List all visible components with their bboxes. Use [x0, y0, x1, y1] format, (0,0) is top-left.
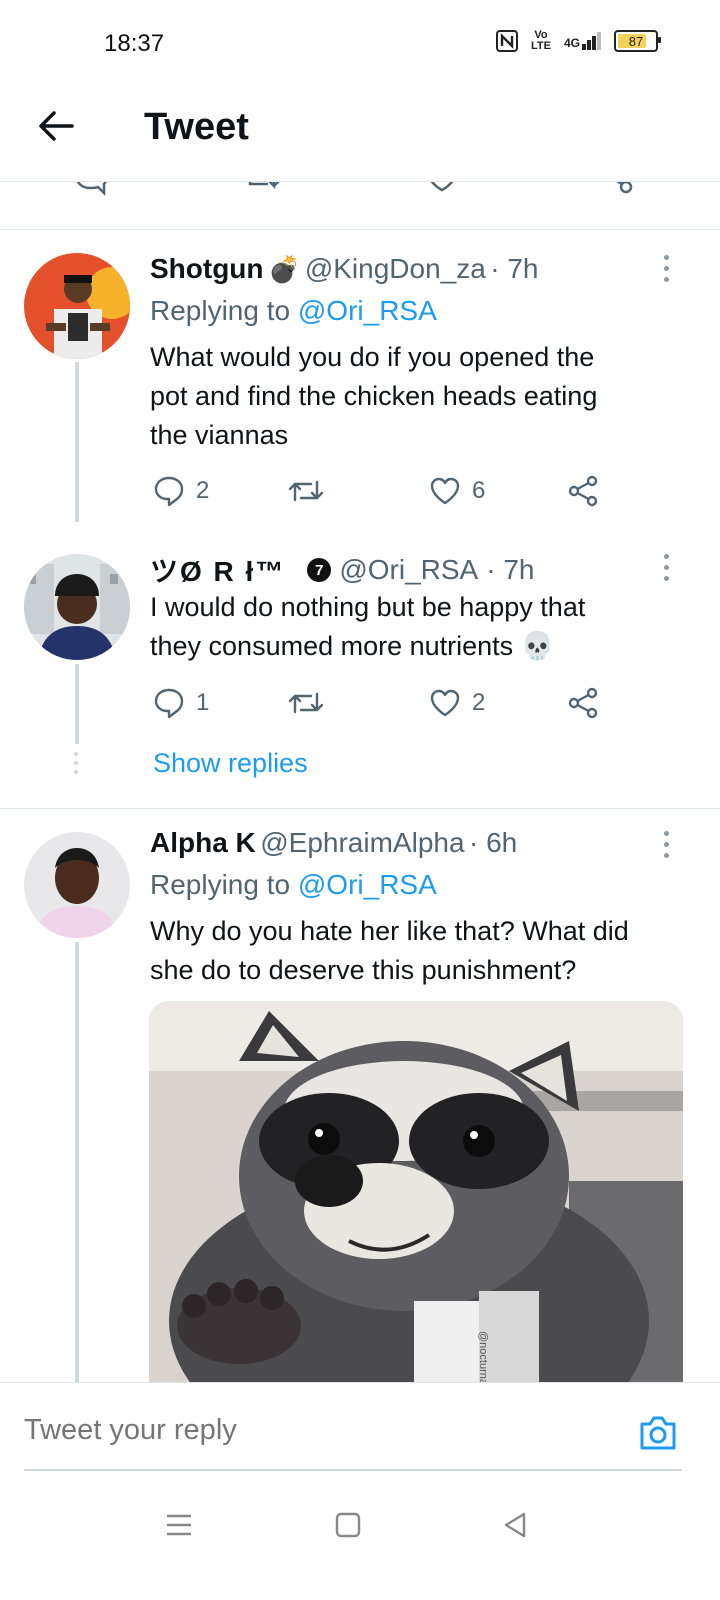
main-tweet-actions — [0, 182, 720, 210]
retweet-button[interactable] — [286, 686, 336, 720]
menu-nav-button[interactable] — [164, 1510, 194, 1540]
home-nav-button[interactable] — [333, 1510, 363, 1540]
like-icon[interactable] — [422, 182, 462, 200]
author-name[interactable]: ツØ R ł™ — [150, 550, 285, 590]
mention-link[interactable]: @Ori_RSA — [298, 869, 437, 900]
share-icon — [568, 687, 598, 719]
tweet-media-image[interactable]: @nocturnaltrash — [149, 1001, 683, 1382]
share-button[interactable] — [566, 474, 600, 508]
network-label: 4G — [563, 36, 580, 50]
camera-icon — [640, 1416, 676, 1450]
mention-link[interactable]: @Ori_RSA — [298, 295, 437, 326]
author-handle[interactable]: @KingDon_za — [305, 253, 486, 284]
more-options-button[interactable] — [654, 826, 678, 862]
square-icon — [335, 1512, 361, 1538]
tweet-text: I would do nothing but be happy that the… — [150, 588, 680, 666]
reply-bar-divider — [0, 1382, 720, 1383]
reply-icon[interactable] — [70, 182, 110, 202]
tweet-time: · 7h — [486, 554, 535, 585]
author-handle[interactable]: @Ori_RSA — [339, 554, 478, 586]
share-icon — [568, 475, 598, 507]
replying-to: Replying to @Ori_RSA — [150, 869, 437, 901]
tweet-text: Why do you hate her like that? What did … — [150, 912, 690, 990]
reply-icon — [154, 476, 184, 507]
retweet-icon — [288, 480, 324, 502]
media-watermark: @nocturnaltrash — [477, 1331, 489, 1382]
thread-line — [75, 362, 79, 522]
arrow-left-icon — [39, 111, 74, 141]
nfc-icon — [495, 30, 518, 52]
like-button[interactable]: 2 — [428, 686, 485, 720]
avatar[interactable] — [24, 253, 130, 359]
replying-prefix: Replying to — [150, 869, 291, 900]
author-name[interactable]: Alpha K — [150, 827, 256, 858]
show-replies-link[interactable]: Show replies — [153, 748, 308, 779]
more-options-button[interactable] — [654, 250, 678, 286]
back-nav-button[interactable] — [500, 1510, 530, 1540]
thread-dots — [74, 752, 78, 774]
retweet-button[interactable] — [286, 474, 336, 508]
share-button[interactable] — [566, 686, 600, 720]
replying-prefix: Replying to — [150, 295, 291, 326]
retweet-icon — [288, 692, 324, 714]
section-divider — [0, 229, 720, 230]
tweet-header: Alpha K @EphraimAlpha · 6h — [150, 827, 517, 859]
battery-icon: 87 — [614, 30, 661, 52]
more-options-button[interactable] — [654, 549, 678, 585]
status-time: 18:37 — [104, 30, 165, 57]
reply-icon — [154, 688, 184, 719]
badge-icon: 7 — [307, 558, 332, 582]
menu-icon — [167, 1514, 191, 1536]
bomb-emoji: 💣 — [267, 254, 301, 284]
page-title: Tweet — [144, 106, 249, 148]
heart-icon — [430, 689, 460, 717]
status-icons: Vo LTE 4G 87 — [495, 29, 661, 52]
tweet-header: ツØ R ł™ 7 @Ori_RSA · 7h — [150, 550, 535, 590]
reply-button[interactable]: 1 — [152, 686, 209, 720]
tweet-text-line: pot and find the chicken heads eating — [150, 381, 598, 411]
reply-count: 1 — [196, 689, 210, 716]
avatar[interactable] — [24, 832, 130, 938]
like-count: 2 — [472, 689, 486, 716]
tweet-text-line: I would do nothing but be happy that — [150, 592, 586, 622]
like-button[interactable]: 6 — [428, 474, 485, 508]
share-icon[interactable] — [598, 182, 638, 200]
tweet-text-line: she do to deserve this punishment? — [150, 955, 577, 985]
heart-icon — [430, 477, 460, 505]
back-button[interactable] — [36, 106, 76, 146]
tweet-time: · 7h — [490, 253, 539, 284]
tweet-text-line: Why do you hate her like that? What did — [150, 916, 629, 946]
battery-level: 87 — [628, 33, 644, 49]
triangle-back-icon — [504, 1512, 526, 1538]
reply-input[interactable] — [24, 1414, 624, 1447]
author-handle[interactable]: @EphraimAlpha — [260, 827, 464, 858]
volte-icon: Vo LTE — [531, 29, 551, 52]
section-divider — [0, 808, 720, 809]
reply-button[interactable]: 2 — [152, 474, 209, 508]
replying-to: Replying to @Ori_RSA — [150, 295, 437, 327]
tweet-text-line: the viannas — [150, 420, 289, 450]
signal-icon: 4G — [564, 32, 602, 50]
like-count: 6 — [472, 477, 486, 504]
raccoon-photo — [149, 1001, 683, 1382]
avatar[interactable] — [24, 554, 130, 660]
thread-line — [75, 942, 79, 1382]
tweet-header: Shotgun 💣 @KingDon_za · 7h — [150, 253, 539, 285]
tweet-text-line: they consumed more nutrients 💀 — [150, 631, 555, 661]
thread-line — [75, 664, 79, 744]
tweet-text-line: What would you do if you opened the — [150, 342, 595, 372]
reply-count: 2 — [196, 477, 210, 504]
tweet-text: What would you do if you opened the pot … — [150, 338, 680, 455]
reply-underline — [24, 1469, 682, 1471]
retweet-icon[interactable] — [246, 182, 290, 200]
tweet-time: · 6h — [469, 827, 518, 858]
author-name[interactable]: Shotgun — [150, 253, 264, 284]
camera-button[interactable] — [636, 1412, 680, 1456]
